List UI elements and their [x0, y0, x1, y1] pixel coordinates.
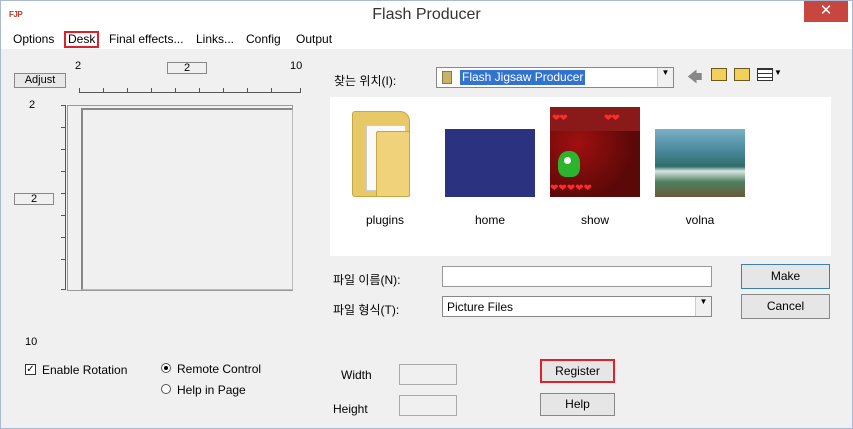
menu-final-effects[interactable]: Final effects...	[107, 32, 185, 47]
file-name: volna	[685, 213, 715, 227]
chevron-down-icon[interactable]: ▼	[657, 68, 673, 87]
adjust-button[interactable]: Adjust	[14, 73, 66, 88]
window-title: Flash Producer	[372, 6, 481, 23]
menu-config[interactable]: Config	[244, 32, 283, 47]
help-in-page-radio[interactable]	[161, 384, 171, 394]
filetype-combo[interactable]: Picture Files ▼	[442, 296, 712, 317]
close-button[interactable]: ✕	[804, 1, 848, 22]
enable-rotation-checkbox[interactable]: ✓	[25, 364, 36, 375]
filename-input[interactable]	[442, 266, 712, 287]
title-bar: FJP Flash Producer ✕	[1, 1, 852, 31]
new-folder-icon[interactable]	[734, 68, 750, 81]
help-button[interactable]: Help	[540, 393, 615, 416]
height-label: Height	[333, 402, 368, 416]
height-field[interactable]	[399, 395, 457, 416]
hruler-start: 2	[75, 60, 82, 72]
register-button[interactable]: Register	[540, 359, 615, 383]
help-in-page-label: Help in Page	[177, 383, 246, 397]
menu-desk[interactable]: Desk	[64, 31, 100, 48]
width-label: Width	[341, 368, 372, 382]
width-field[interactable]	[399, 364, 457, 385]
remote-control-radio[interactable]	[161, 363, 171, 373]
look-in-combo[interactable]: Flash Jigsaw Producer ▼	[436, 67, 674, 88]
filetype-label: 파일 형식(T):	[333, 303, 400, 317]
menu-links[interactable]: Links...	[194, 32, 236, 47]
hruler-value-box[interactable]: 2	[167, 62, 207, 74]
remote-control-label: Remote Control	[177, 362, 262, 376]
folder-icon	[350, 105, 412, 197]
up-folder-icon[interactable]	[711, 68, 727, 81]
enable-rotation-label: Enable Rotation	[42, 363, 128, 377]
file-name: show	[580, 213, 609, 227]
cancel-button[interactable]: Cancel	[741, 294, 830, 319]
vruler-end: 10	[25, 336, 38, 348]
menu-options[interactable]: Options	[11, 32, 56, 47]
vruler-value-box[interactable]: 2	[14, 193, 54, 205]
image-thumbnail: ❤❤ ❤❤ ❤❤❤❤❤	[550, 107, 640, 197]
file-list[interactable]: plugins home ❤❤ ❤❤ ❤❤❤❤❤ show volna	[330, 97, 831, 256]
app-window: FJP Flash Producer ✕ Options Desk Final …	[0, 0, 853, 429]
menu-bar: Options Desk Final effects... Links... C…	[1, 31, 852, 49]
filetype-value: Picture Files	[447, 300, 514, 314]
menu-output[interactable]: Output	[294, 32, 334, 47]
file-name: home	[474, 213, 506, 227]
look-in-value: Flash Jigsaw Producer	[460, 70, 586, 85]
vruler-start: 2	[29, 99, 36, 111]
filename-label: 파일 이름(N):	[333, 273, 401, 287]
chevron-down-icon[interactable]: ▼	[695, 297, 711, 316]
look-in-label: 찾는 위치(I):	[334, 74, 397, 88]
hruler-end: 10	[290, 60, 303, 72]
file-name: plugins	[365, 213, 405, 227]
view-menu-icon[interactable]	[757, 68, 773, 81]
desk-canvas	[81, 108, 293, 290]
horizontal-ruler[interactable]	[79, 86, 301, 96]
view-menu-chevron-icon[interactable]: ▼	[774, 68, 782, 77]
make-button[interactable]: Make	[741, 264, 830, 289]
image-thumbnail	[445, 129, 535, 197]
folder-icon	[442, 71, 452, 84]
back-icon[interactable]: 🡄	[687, 67, 703, 92]
desk-preview-area[interactable]	[67, 105, 293, 291]
image-thumbnail	[655, 129, 745, 197]
